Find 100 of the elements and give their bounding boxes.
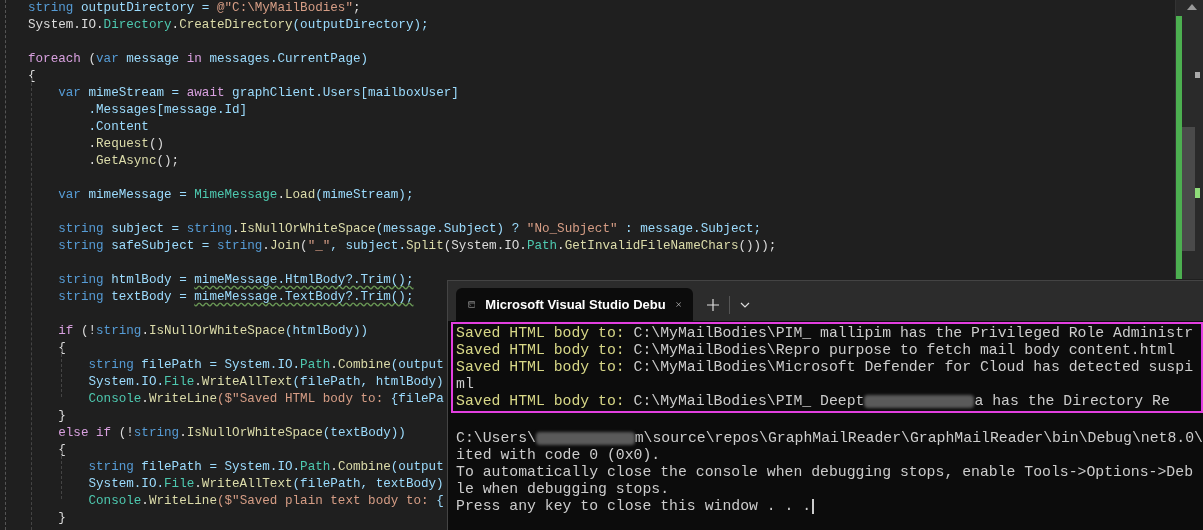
plus-icon[interactable] bbox=[707, 298, 719, 311]
code-token: outputDirectory = bbox=[79, 0, 211, 17]
code-token: Split bbox=[405, 238, 444, 255]
code-token: string bbox=[216, 238, 263, 255]
code-token: . bbox=[330, 459, 338, 476]
console-text: C:\MyMailBodies\Repro purpose to fetch mail body content.html bbox=[633, 342, 1176, 359]
vertical-scrollbar[interactable] bbox=[1175, 0, 1203, 279]
code-token: mimeStream = bbox=[87, 85, 181, 102]
code-token: ( bbox=[87, 51, 97, 68]
code-token: (); bbox=[156, 153, 180, 170]
code-token: } bbox=[58, 510, 66, 527]
code-token: . bbox=[141, 493, 149, 510]
console-text: m\source\repos\GraphMailReader\GraphMailReader\bin\Debug\net8.0\ bbox=[634, 430, 1203, 447]
code-token: string bbox=[58, 289, 104, 306]
code-token: string bbox=[58, 272, 104, 289]
console-text: C:\MyMailBodies\PIM_ Deept bbox=[633, 393, 865, 410]
code-token: mimeMessage.TextBody?.Trim(); bbox=[194, 289, 414, 306]
code-token: string bbox=[58, 221, 104, 238]
code-token: (outputDirectory); bbox=[292, 17, 429, 34]
code-token: . bbox=[171, 17, 180, 34]
code-token: else if bbox=[58, 425, 112, 442]
code-token: . bbox=[141, 323, 149, 340]
code-token: "_" bbox=[307, 238, 331, 255]
code-token: var bbox=[58, 85, 81, 102]
code-token: . bbox=[141, 391, 149, 408]
code-token: WriteAllText bbox=[201, 374, 293, 391]
code-token: Combine bbox=[337, 459, 391, 476]
code-token: (output bbox=[390, 459, 444, 476]
console-text: C:\MyMailBodies\PIM_ mallipim has the Privileged Role Administr bbox=[633, 325, 1193, 342]
code-token: Path bbox=[526, 238, 558, 255]
console-text: Press any key to close this window . . . bbox=[456, 498, 812, 515]
code-token: . bbox=[179, 425, 187, 442]
console-text: ited with code 0 (0x0). bbox=[456, 447, 661, 464]
code-token: "No_Subject" bbox=[526, 221, 618, 238]
scroll-marker bbox=[1195, 188, 1200, 198]
scroll-up-icon[interactable] bbox=[1187, 4, 1197, 10]
code-token: Request bbox=[96, 136, 149, 153]
code-token: () bbox=[148, 136, 165, 153]
code-token: . bbox=[277, 187, 285, 204]
code-token: var bbox=[58, 187, 81, 204]
code-token: Combine bbox=[337, 357, 391, 374]
code-token: ( bbox=[300, 238, 308, 255]
code-token: subject = bbox=[110, 221, 181, 238]
code-token: message bbox=[125, 51, 181, 68]
code-token: htmlBody = bbox=[110, 272, 188, 289]
code-token: System.IO. bbox=[28, 17, 104, 34]
code-token: GetAsync bbox=[96, 153, 157, 170]
code-token: var bbox=[96, 51, 119, 68]
code-token: IsNullOrWhiteSpace bbox=[186, 425, 323, 442]
code-token: Join bbox=[269, 238, 301, 255]
code-token: await bbox=[186, 85, 225, 102]
code-token: filePath = System.IO. bbox=[140, 357, 301, 374]
code-token: , subject. bbox=[330, 238, 406, 255]
code-token: } bbox=[58, 408, 66, 425]
code-token: WriteLine bbox=[148, 493, 217, 510]
code-token: textBody = bbox=[110, 289, 188, 306]
code-token: string bbox=[88, 357, 134, 374]
console-text: Saved HTML body to: bbox=[456, 325, 626, 342]
code-token: WriteLine bbox=[148, 391, 217, 408]
code-token: System.IO. bbox=[88, 476, 165, 493]
code-token: {filePa bbox=[390, 391, 444, 408]
terminal-icon bbox=[468, 298, 476, 311]
code-token: { bbox=[436, 493, 444, 510]
code-token: if bbox=[58, 323, 74, 340]
code-token: Console bbox=[88, 391, 142, 408]
console-text: Saved HTML body to: bbox=[456, 359, 626, 376]
code-token: safeSubject = bbox=[110, 238, 211, 255]
code-token: (textBody)) bbox=[322, 425, 406, 442]
code-token: . bbox=[88, 153, 96, 170]
scroll-marker bbox=[1195, 72, 1200, 78]
code-token: (mimeStream); bbox=[315, 187, 414, 204]
console-text: Saved HTML body to: bbox=[456, 342, 626, 359]
code-token: string bbox=[58, 238, 104, 255]
code-token: (filePath, textBody) bbox=[292, 476, 444, 493]
code-token: .Messages[message.Id] bbox=[88, 102, 248, 119]
code-token: Directory bbox=[103, 17, 172, 34]
console-text: ml bbox=[456, 376, 474, 393]
code-token: @"C:\MyMailBodies" bbox=[216, 0, 353, 17]
console-text: Saved HTML body to: bbox=[456, 393, 626, 410]
code-token: ())); bbox=[738, 238, 777, 255]
console-tab[interactable]: Microsoft Visual Studio Debu bbox=[456, 288, 693, 321]
code-token: . bbox=[330, 357, 338, 374]
scroll-thumb[interactable] bbox=[1182, 127, 1195, 251]
code-token: foreach bbox=[28, 51, 81, 68]
code-token: ($"Saved plain text body to: bbox=[216, 493, 430, 510]
code-token: string bbox=[186, 221, 233, 238]
code-token: mimeMessage.HtmlBody?.Trim(); bbox=[194, 272, 414, 289]
text-cursor bbox=[812, 499, 815, 514]
code-token: mimeMessage = bbox=[87, 187, 188, 204]
code-token: messages.CurrentPage) bbox=[208, 51, 369, 68]
code-token: Console bbox=[88, 493, 142, 510]
chevron-down-icon[interactable] bbox=[740, 301, 750, 308]
close-icon[interactable] bbox=[675, 299, 681, 310]
code-token: (htmlBody)) bbox=[285, 323, 369, 340]
code-token: CreateDirectory bbox=[179, 17, 293, 34]
code-token: (message.Subject) ? bbox=[375, 221, 521, 238]
console-text: le when debugging stops. bbox=[456, 481, 670, 498]
code-token: IsNullOrWhiteSpace bbox=[148, 323, 285, 340]
code-token: string bbox=[88, 459, 134, 476]
code-token: . bbox=[262, 238, 270, 255]
